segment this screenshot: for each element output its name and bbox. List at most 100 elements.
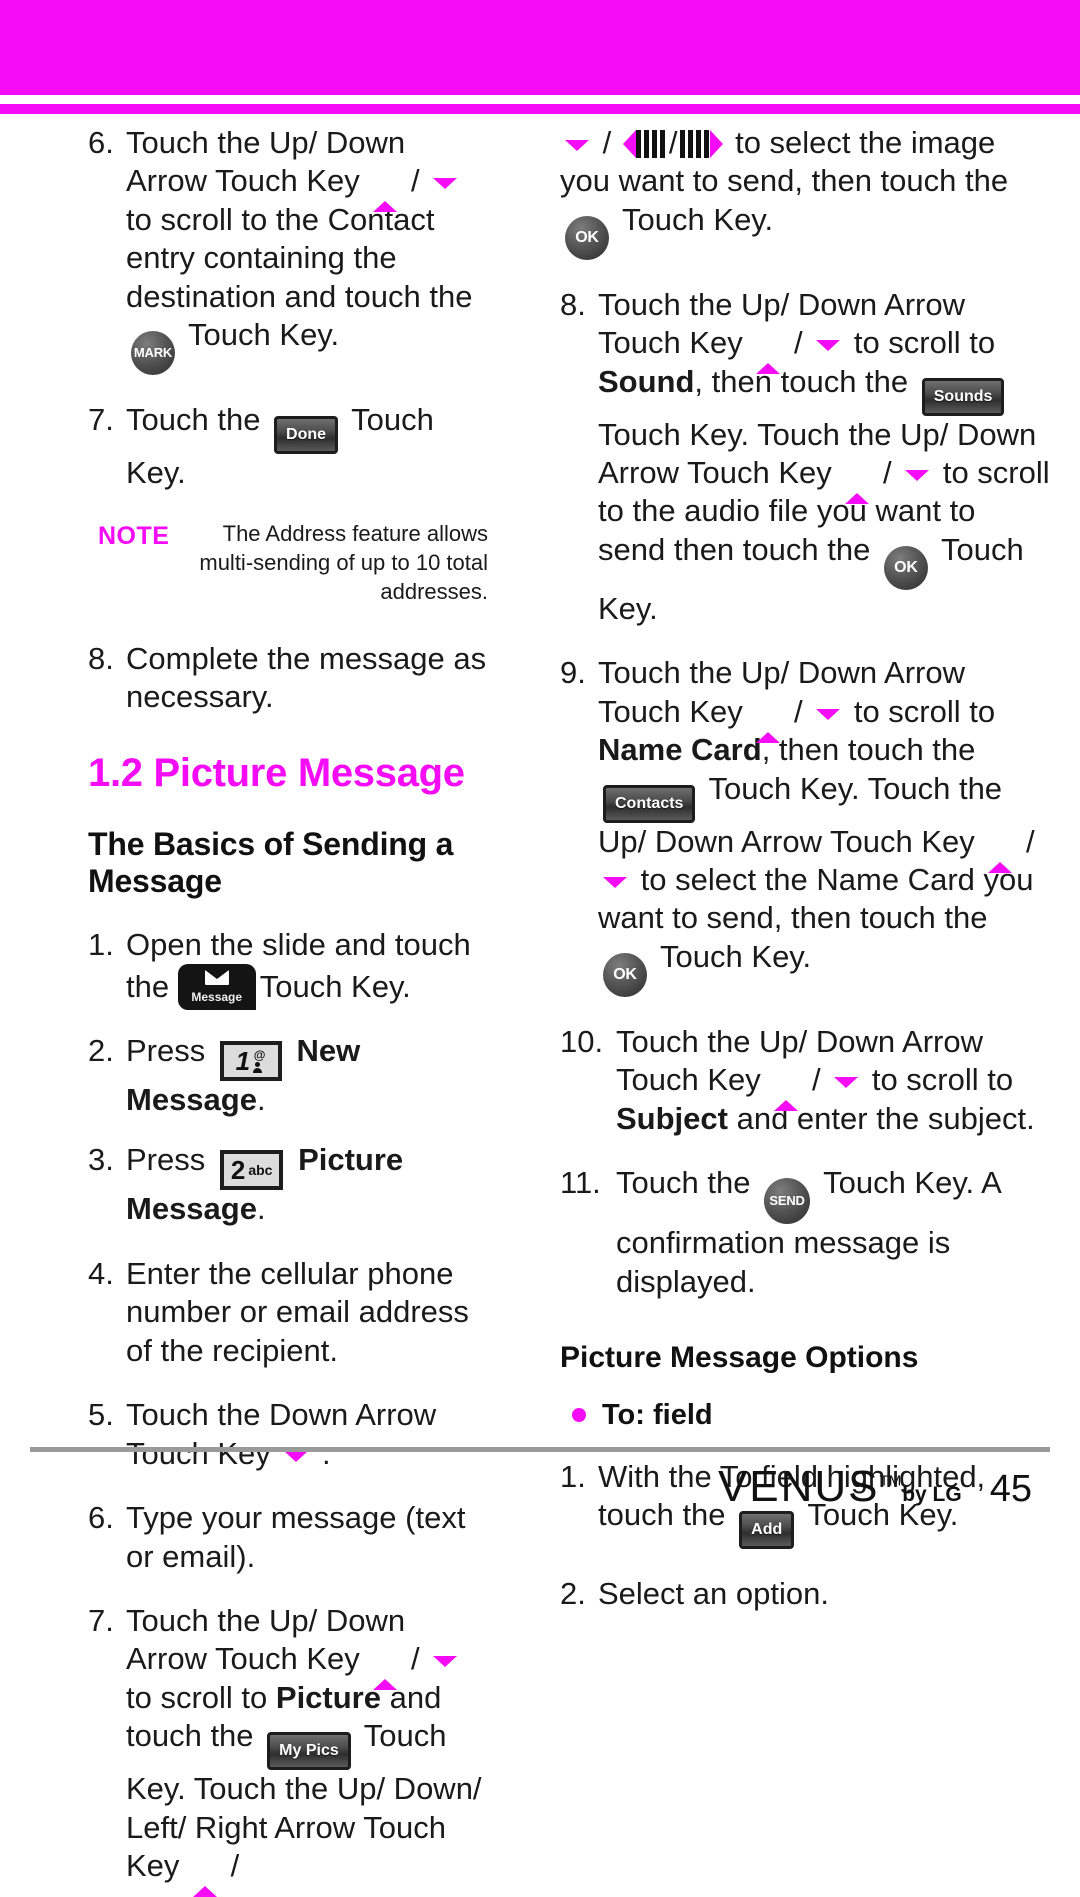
step-text-part: Touch Key.: [259, 969, 411, 1005]
right-column: / / to select the image you want to send…: [500, 124, 1080, 1611]
step-text-part: Touch the Down Arrow Touch Key: [126, 1397, 437, 1471]
step-text-part: /: [594, 125, 620, 160]
step-text-part: /: [222, 1848, 240, 1884]
step-text-part: to scroll to: [845, 325, 996, 361]
step-number: 3.: [88, 1142, 114, 1178]
keypad-key-1-icon: 1 @: [219, 1041, 282, 1082]
list-item: 7. Touch the Done Touch Key.: [88, 401, 488, 492]
step-number: 5.: [88, 1397, 114, 1433]
down-arrow-touch-key-icon: [564, 127, 590, 186]
message-touch-key-icon: Message: [177, 964, 256, 1011]
step-number: 1.: [88, 926, 114, 962]
keypad-digit: 1: [235, 1046, 251, 1077]
done-touch-key-icon: Done: [274, 416, 339, 455]
up-arrow-touch-key-icon: [192, 1850, 218, 1897]
step-text: Press 1 @ New Message.: [126, 1032, 488, 1119]
list-item: 11. Touch the SEND Touch Key. A confirma…: [560, 1164, 1050, 1301]
step-text-part: Touch Key.: [180, 317, 340, 353]
step-number: 7.: [88, 402, 114, 438]
list-item: 3. Press 2 abc Picture Message.: [88, 1141, 488, 1228]
step-text: Open the slide and touch the Message Touc…: [126, 926, 488, 1011]
step-text: / / to select the image you want to send…: [560, 124, 1050, 260]
sounds-touch-key-icon: Sounds: [921, 377, 1005, 416]
up-arrow-touch-key-icon: [372, 165, 398, 213]
step-text-part: Press: [126, 1142, 214, 1178]
send-touch-key-icon: SEND: [764, 1178, 811, 1225]
step-text: Touch the Down Arrow Touch Key .: [126, 1396, 488, 1497]
step-text-part: Touch the Up/ Down Arrow Touch Key: [126, 125, 406, 199]
down-arrow-touch-key-icon: [283, 1438, 309, 1497]
venus-logo-text: VENUS: [717, 1462, 880, 1511]
note-block: NOTE The Address feature allows multi-se…: [98, 519, 488, 606]
left-column: 6. Touch the Up/ Down Arrow Touch Key / …: [0, 124, 500, 1897]
step-text-part: /: [1017, 823, 1035, 859]
keypad-letters: abc: [248, 1162, 273, 1179]
up-arrow-touch-key-icon: [372, 1643, 398, 1691]
bullet-dot-icon: [572, 1408, 586, 1423]
trademark-symbol: TM: [879, 1472, 902, 1490]
list-item: 9. Touch the Up/ Down Arrow Touch Key / …: [560, 654, 1050, 997]
step-text: Touch the SEND Touch Key. A confirmation…: [616, 1164, 1050, 1301]
step-number: 6.: [88, 125, 114, 160]
up-arrow-touch-key-icon: [987, 826, 1013, 873]
step-text-part: Touch the Up/ Down Arrow Touch Key: [126, 1602, 406, 1677]
keypad-at-symbol: @: [253, 1048, 266, 1063]
step-text-part: to scroll to the Contact entry containin…: [126, 201, 473, 314]
step-number: 6.: [88, 1500, 114, 1536]
step-text: Touch the Up/ Down Arrow Touch Key / to …: [126, 1602, 488, 1897]
step-number: 10.: [560, 1023, 604, 1059]
step-text: Touch the Up/ Down Arrow Touch Key / to …: [126, 124, 488, 376]
note-label: NOTE: [98, 521, 170, 550]
step-text-part: Touch the: [126, 402, 270, 438]
step-text-part: to scroll to: [863, 1062, 1014, 1098]
note-text: The Address feature allows multi-sending…: [199, 520, 488, 604]
ok-touch-key-icon: OK: [603, 952, 647, 997]
list-item: 5. Touch the Down Arrow Touch Key .: [88, 1396, 488, 1497]
step-text-part: /: [785, 693, 812, 729]
step-text-part: Press: [126, 1033, 214, 1069]
message-key-label: Message: [191, 990, 243, 1005]
step-text-part: to scroll to: [126, 1679, 276, 1715]
down-arrow-touch-key-icon: [432, 165, 458, 225]
step-text-part: , then touch the: [694, 363, 917, 399]
step-text-part: /: [874, 455, 901, 491]
keypad-digit: 2: [230, 1155, 246, 1186]
step-text: Enter the cellular phone number or email…: [126, 1255, 469, 1368]
step-number: 1.: [560, 1458, 586, 1494]
step-text: Touch the Up/ Down Arrow Touch Key / to …: [598, 654, 1050, 997]
list-item: 7. Touch the Up/ Down Arrow Touch Key / …: [88, 1602, 488, 1897]
down-arrow-touch-key-icon: [815, 696, 841, 755]
list-item: 1. Open the slide and touch the Message T…: [88, 926, 488, 1011]
mark-touch-key-icon: MARK: [131, 331, 175, 376]
footer-divider: [30, 1447, 1050, 1452]
add-touch-key-icon: Add: [739, 1511, 795, 1550]
step-text: Press 2 abc Picture Message.: [126, 1141, 488, 1228]
step-text-part: .: [256, 1082, 266, 1118]
step-text-part: /: [402, 1641, 429, 1677]
list-item: 2. Press 1 @ New Message.: [88, 1032, 488, 1119]
menu-label: Picture: [275, 1679, 381, 1715]
down-arrow-touch-key-icon: [602, 864, 628, 923]
step-number: 7.: [88, 1602, 114, 1638]
step-text-part: /: [402, 163, 429, 199]
step-number: 2.: [88, 1033, 114, 1069]
down-arrow-touch-key-icon: [432, 1643, 458, 1703]
step-text: Select an option.: [598, 1576, 829, 1612]
list-item: 8. Complete the message as necessary.: [88, 640, 488, 717]
step-number: 11.: [560, 1165, 601, 1201]
page-columns: 6. Touch the Up/ Down Arrow Touch Key / …: [0, 124, 1080, 1897]
down-arrow-touch-key-icon: [815, 327, 841, 387]
list-item: 10. Touch the Up/ Down Arrow Touch Key /…: [560, 1023, 1050, 1138]
step-text-part: /: [785, 325, 812, 361]
page-number: 45: [989, 1468, 1032, 1510]
list-item: 8. Touch the Up/ Down Arrow Touch Key / …: [560, 286, 1050, 628]
step-text: Type your message (text or email).: [126, 1500, 466, 1574]
page-title: 1.2 Picture Message: [88, 750, 465, 795]
page-header-bar: [0, 0, 1080, 95]
right-arrow-touch-key-icon: [680, 130, 724, 158]
list-item: 2. Select an option.: [560, 1575, 1050, 1613]
by-lg-text: by LG: [902, 1483, 962, 1506]
step-text-part: to scroll to: [845, 693, 996, 729]
step-text-part: Touch the: [616, 1165, 760, 1201]
menu-label: Name Card: [598, 732, 762, 768]
